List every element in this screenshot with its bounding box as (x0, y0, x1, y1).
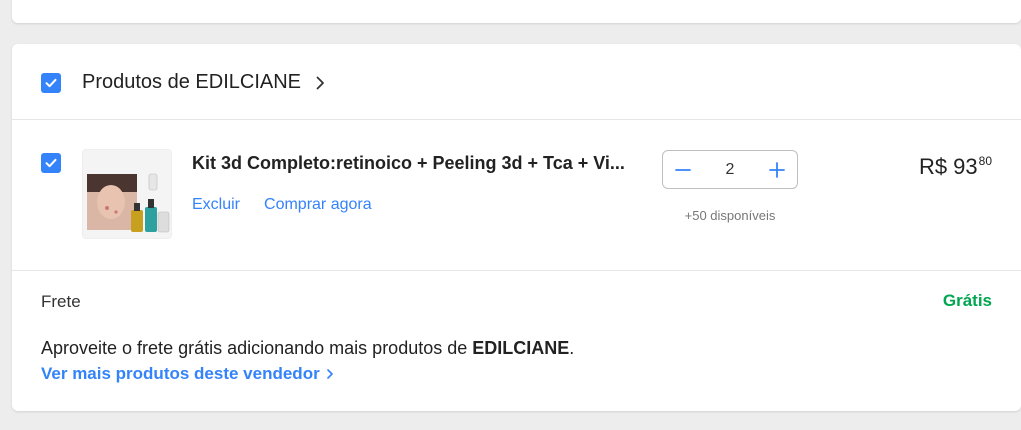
more-seller-products-link[interactable]: Ver mais produtos deste vendedor (41, 364, 335, 384)
checkmark-icon (45, 158, 57, 168)
promo-end: . (569, 338, 575, 358)
quantity-value[interactable]: 2 (710, 161, 750, 179)
delete-link[interactable]: Excluir (192, 196, 240, 214)
seller-title-link[interactable]: Produtos de EDILCIANE (82, 71, 327, 94)
free-shipping-promo: Aproveite o frete grátis adicionando mai… (41, 338, 574, 359)
previous-card (12, 0, 1021, 23)
seller-cart-card: Produtos de EDILCIANE Kit 3d Completo:re… (12, 44, 1021, 411)
shipping-label: Frete (41, 292, 81, 311)
checkmark-icon (45, 78, 57, 88)
seller-checkbox[interactable] (41, 73, 61, 93)
seller-header: Produtos de EDILCIANE (12, 44, 1021, 120)
buy-now-link[interactable]: Comprar agora (264, 196, 372, 214)
increase-button[interactable] (767, 160, 787, 180)
item-price: R$ 93 80 (919, 154, 992, 180)
seller-title-prefix: Produtos de (82, 71, 190, 93)
promo-text: Aproveite o frete grátis adicionando mai… (41, 338, 468, 358)
price-currency: R$ (919, 154, 948, 179)
seller-name: EDILCIANE (195, 71, 302, 93)
plus-icon (769, 161, 785, 178)
item-checkbox[interactable] (41, 153, 61, 173)
cart-item: Kit 3d Completo:retinoico + Peeling 3d +… (12, 120, 1021, 270)
item-title[interactable]: Kit 3d Completo:retinoico + Peeling 3d +… (192, 153, 642, 174)
more-seller-products-label: Ver mais produtos deste vendedor (41, 364, 320, 383)
product-thumbnail[interactable] (82, 149, 172, 239)
product-image (83, 150, 171, 238)
item-divider (12, 270, 1021, 271)
chevron-right-icon (316, 76, 324, 89)
available-stock: +50 disponíveis (684, 208, 776, 223)
quantity-stepper: 2 (662, 150, 798, 189)
decrease-button[interactable] (673, 160, 693, 180)
price-integer: 93 (953, 154, 978, 179)
minus-icon (675, 168, 691, 171)
shipping-value: Grátis (942, 291, 992, 310)
chevron-right-icon (326, 369, 333, 379)
price-cents: 80 (978, 154, 992, 168)
item-actions: Excluir Comprar agora (192, 196, 372, 214)
promo-seller: EDILCIANE (472, 338, 570, 358)
